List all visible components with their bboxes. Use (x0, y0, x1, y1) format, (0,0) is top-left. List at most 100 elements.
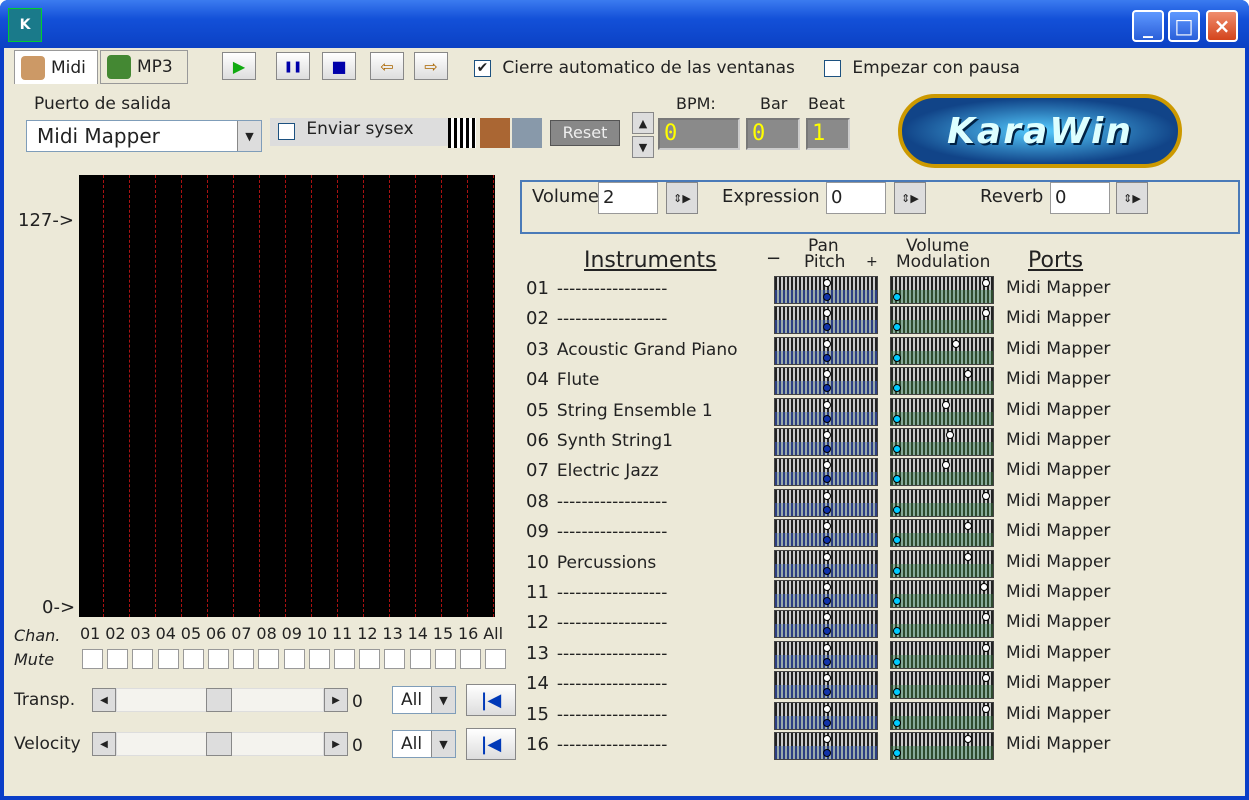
instrument-row[interactable]: 09 ------------------ (526, 521, 667, 542)
port-label[interactable]: Midi Mapper (1006, 582, 1110, 602)
reverb-input[interactable]: 0 (1050, 182, 1110, 214)
instrument-row[interactable]: 02 ------------------ (526, 308, 667, 329)
save-icon[interactable] (512, 118, 542, 148)
mute-checkbox[interactable] (384, 649, 406, 669)
modulation-knob[interactable] (893, 414, 901, 423)
transpose-scope-select[interactable]: All ▼ (392, 686, 456, 714)
pan-knob[interactable] (823, 643, 831, 652)
modulation-knob[interactable] (893, 688, 901, 697)
port-label[interactable]: Midi Mapper (1006, 369, 1110, 389)
pitch-knob[interactable] (823, 323, 831, 332)
pan-pitch-slider[interactable] (774, 488, 878, 517)
pan-pitch-slider[interactable] (774, 549, 878, 578)
auto-close-option[interactable]: ✔ Cierre automatico de las ventanas (474, 58, 795, 78)
mute-checkbox[interactable] (283, 649, 305, 669)
previous-button[interactable]: ⇦ (370, 52, 404, 80)
volume-modulation-slider[interactable] (890, 640, 994, 669)
minimize-button[interactable]: _ (1132, 10, 1164, 42)
start-paused-checkbox[interactable] (824, 59, 841, 77)
pan-knob[interactable] (823, 583, 831, 591)
pan-pitch-slider[interactable] (774, 519, 878, 548)
stop-button[interactable]: ■ (322, 52, 356, 80)
mute-checkbox[interactable] (132, 649, 154, 669)
volume-spin-buttons[interactable]: ⇕▶ (666, 182, 698, 214)
modulation-knob[interactable] (893, 536, 901, 545)
volume-knob[interactable] (952, 339, 960, 348)
mute-checkbox[interactable] (182, 649, 204, 669)
pan-pitch-slider[interactable] (774, 701, 878, 730)
pitch-knob[interactable] (823, 627, 831, 636)
expression-input[interactable]: 0 (826, 182, 886, 214)
next-button[interactable]: ⇨ (414, 52, 448, 80)
instrument-row[interactable]: 07 Electric Jazz (526, 460, 659, 481)
volume-modulation-slider[interactable] (890, 428, 994, 456)
play-button[interactable]: ▶ (222, 52, 256, 80)
pan-knob[interactable] (823, 552, 831, 561)
volume-modulation-slider[interactable] (890, 306, 994, 335)
title-bar[interactable]: K _ □ × (0, 0, 1249, 48)
port-label[interactable]: Midi Mapper (1006, 278, 1110, 298)
mute-checkbox[interactable] (334, 649, 355, 669)
port-label[interactable]: Midi Mapper (1006, 521, 1110, 541)
pan-knob[interactable] (823, 339, 831, 348)
instrument-row[interactable]: 16 ------------------ (526, 734, 667, 755)
reset-button[interactable]: Reset (550, 120, 620, 146)
pitch-knob[interactable] (823, 293, 831, 301)
volume-knob[interactable] (942, 400, 950, 409)
volume-input[interactable]: 2 (598, 182, 658, 214)
mute-checkbox[interactable] (409, 649, 431, 669)
modulation-knob[interactable] (893, 445, 901, 453)
port-label[interactable]: Midi Mapper (1006, 400, 1110, 420)
instrument-row[interactable]: 04 Flute (526, 369, 599, 390)
output-port-select[interactable]: Midi Mapper ▼ (26, 120, 262, 152)
pause-button[interactable]: ❚❚ (276, 52, 310, 80)
instrument-row[interactable]: 13 ------------------ (526, 643, 667, 664)
volume-knob[interactable] (946, 431, 954, 439)
instrument-row[interactable]: 15 ------------------ (526, 704, 667, 725)
modulation-knob[interactable] (893, 657, 901, 666)
pan-pitch-slider[interactable] (774, 640, 878, 669)
pitch-knob[interactable] (823, 566, 831, 575)
instrument-row[interactable]: 01 ------------------ (526, 278, 667, 299)
pan-pitch-slider[interactable] (774, 732, 878, 760)
velocity-reset-button[interactable]: |◀ (466, 728, 516, 760)
piano-icon[interactable] (448, 118, 476, 148)
modulation-knob[interactable] (893, 597, 901, 605)
port-label[interactable]: Midi Mapper (1006, 673, 1110, 693)
pan-pitch-slider[interactable] (774, 367, 878, 396)
modulation-knob[interactable] (893, 718, 901, 727)
auto-close-checkbox[interactable]: ✔ (474, 59, 491, 77)
port-label[interactable]: Midi Mapper (1006, 460, 1110, 480)
mute-checkbox[interactable] (233, 649, 255, 669)
pan-pitch-slider[interactable] (774, 671, 878, 700)
mute-checkbox[interactable] (359, 649, 381, 669)
pitch-knob[interactable] (823, 536, 831, 545)
modulation-knob[interactable] (893, 627, 901, 636)
slider-right-button[interactable]: ▶ (324, 732, 348, 756)
modulation-knob[interactable] (893, 323, 901, 332)
modulation-knob[interactable] (893, 293, 901, 301)
transpose-slider[interactable]: ◀ ▶ (92, 688, 348, 712)
volume-modulation-slider[interactable] (890, 458, 994, 487)
port-label[interactable]: Midi Mapper (1006, 430, 1110, 450)
chevron-down-icon[interactable]: ▼ (431, 687, 455, 713)
instrument-row[interactable]: 06 Synth String1 (526, 430, 673, 451)
port-label[interactable]: Midi Mapper (1006, 552, 1110, 572)
pan-knob[interactable] (823, 279, 831, 287)
volume-knob[interactable] (964, 552, 972, 561)
pan-pitch-slider[interactable] (774, 610, 878, 639)
volume-modulation-slider[interactable] (890, 336, 994, 365)
pan-knob[interactable] (823, 400, 831, 409)
velocity-slider[interactable]: ◀ ▶ (92, 732, 348, 756)
pan-knob[interactable] (823, 704, 831, 713)
slider-left-button[interactable]: ◀ (92, 732, 116, 756)
modulation-knob[interactable] (893, 566, 901, 575)
instrument-row[interactable]: 05 String Ensemble 1 (526, 400, 713, 421)
slider-thumb[interactable] (206, 688, 232, 712)
close-button[interactable]: × (1206, 10, 1238, 42)
pan-pitch-slider[interactable] (774, 580, 878, 608)
send-sysex-option[interactable]: Enviar sysex (270, 118, 448, 146)
volume-modulation-slider[interactable] (890, 671, 994, 700)
bpm-down-button[interactable]: ▼ (632, 136, 654, 158)
volume-modulation-slider[interactable] (890, 488, 994, 517)
